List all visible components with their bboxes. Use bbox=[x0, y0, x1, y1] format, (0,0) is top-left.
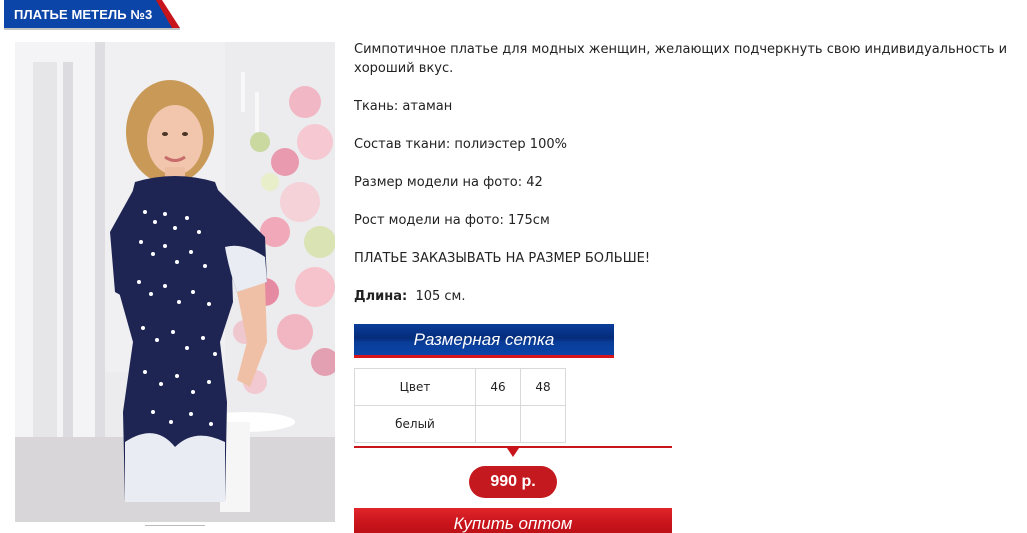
model-height-info: Рост модели на фото: 175см bbox=[354, 213, 550, 228]
size-table-color-cell: белый bbox=[354, 405, 476, 443]
dress-photo-icon bbox=[15, 42, 335, 522]
title-divider bbox=[4, 28, 180, 30]
description-intro: Симпотичное платье для модных женщин, же… bbox=[354, 42, 1008, 76]
model-size-info: Размер модели на фото: 42 bbox=[354, 175, 543, 190]
price-pointer-icon bbox=[507, 448, 519, 457]
buy-wholesale-button-label: Купить оптом bbox=[453, 514, 573, 533]
product-title-tab: ПЛАТЬЕ МЕТЕЛЬ №3 bbox=[4, 0, 180, 30]
size-note: ПЛАТЬЕ ЗАКАЗЫВАТЬ НА РАЗМЕР БОЛЬШЕ! bbox=[354, 251, 651, 266]
size-table-header-cell: 48 bbox=[520, 368, 566, 406]
size-table-qty-cell[interactable] bbox=[475, 405, 521, 443]
length-info: Длина: 105 см. bbox=[354, 287, 1014, 306]
length-value: 105 см. bbox=[415, 289, 466, 304]
buy-wholesale-button[interactable]: Купить оптом bbox=[354, 508, 672, 533]
size-table-header-cell: Цвет bbox=[354, 368, 476, 406]
size-chart-button[interactable]: Размерная сетка bbox=[354, 324, 614, 358]
size-table: Цвет 46 48 белый bbox=[354, 368, 566, 443]
length-label: Длина: bbox=[354, 289, 408, 304]
size-table-header: Цвет 46 48 bbox=[354, 368, 566, 406]
price-badge: 990 р. bbox=[469, 466, 557, 498]
product-title: ПЛАТЬЕ МЕТЕЛЬ №3 bbox=[14, 7, 153, 22]
product-description: Симпотичное платье для модных женщин, же… bbox=[354, 40, 1014, 325]
size-chart-button-label: Размерная сетка bbox=[413, 330, 555, 349]
product-photo[interactable] bbox=[15, 42, 335, 522]
size-table-qty-cell[interactable] bbox=[520, 405, 566, 443]
table-row: белый bbox=[354, 405, 566, 443]
composition-info: Состав ткани: полиэстер 100% bbox=[354, 137, 567, 152]
price-value: 990 р. bbox=[490, 473, 536, 490]
fabric-info: Ткань: атаман bbox=[354, 99, 453, 114]
photo-caption-divider bbox=[145, 525, 205, 533]
size-table-header-cell: 46 bbox=[475, 368, 521, 406]
